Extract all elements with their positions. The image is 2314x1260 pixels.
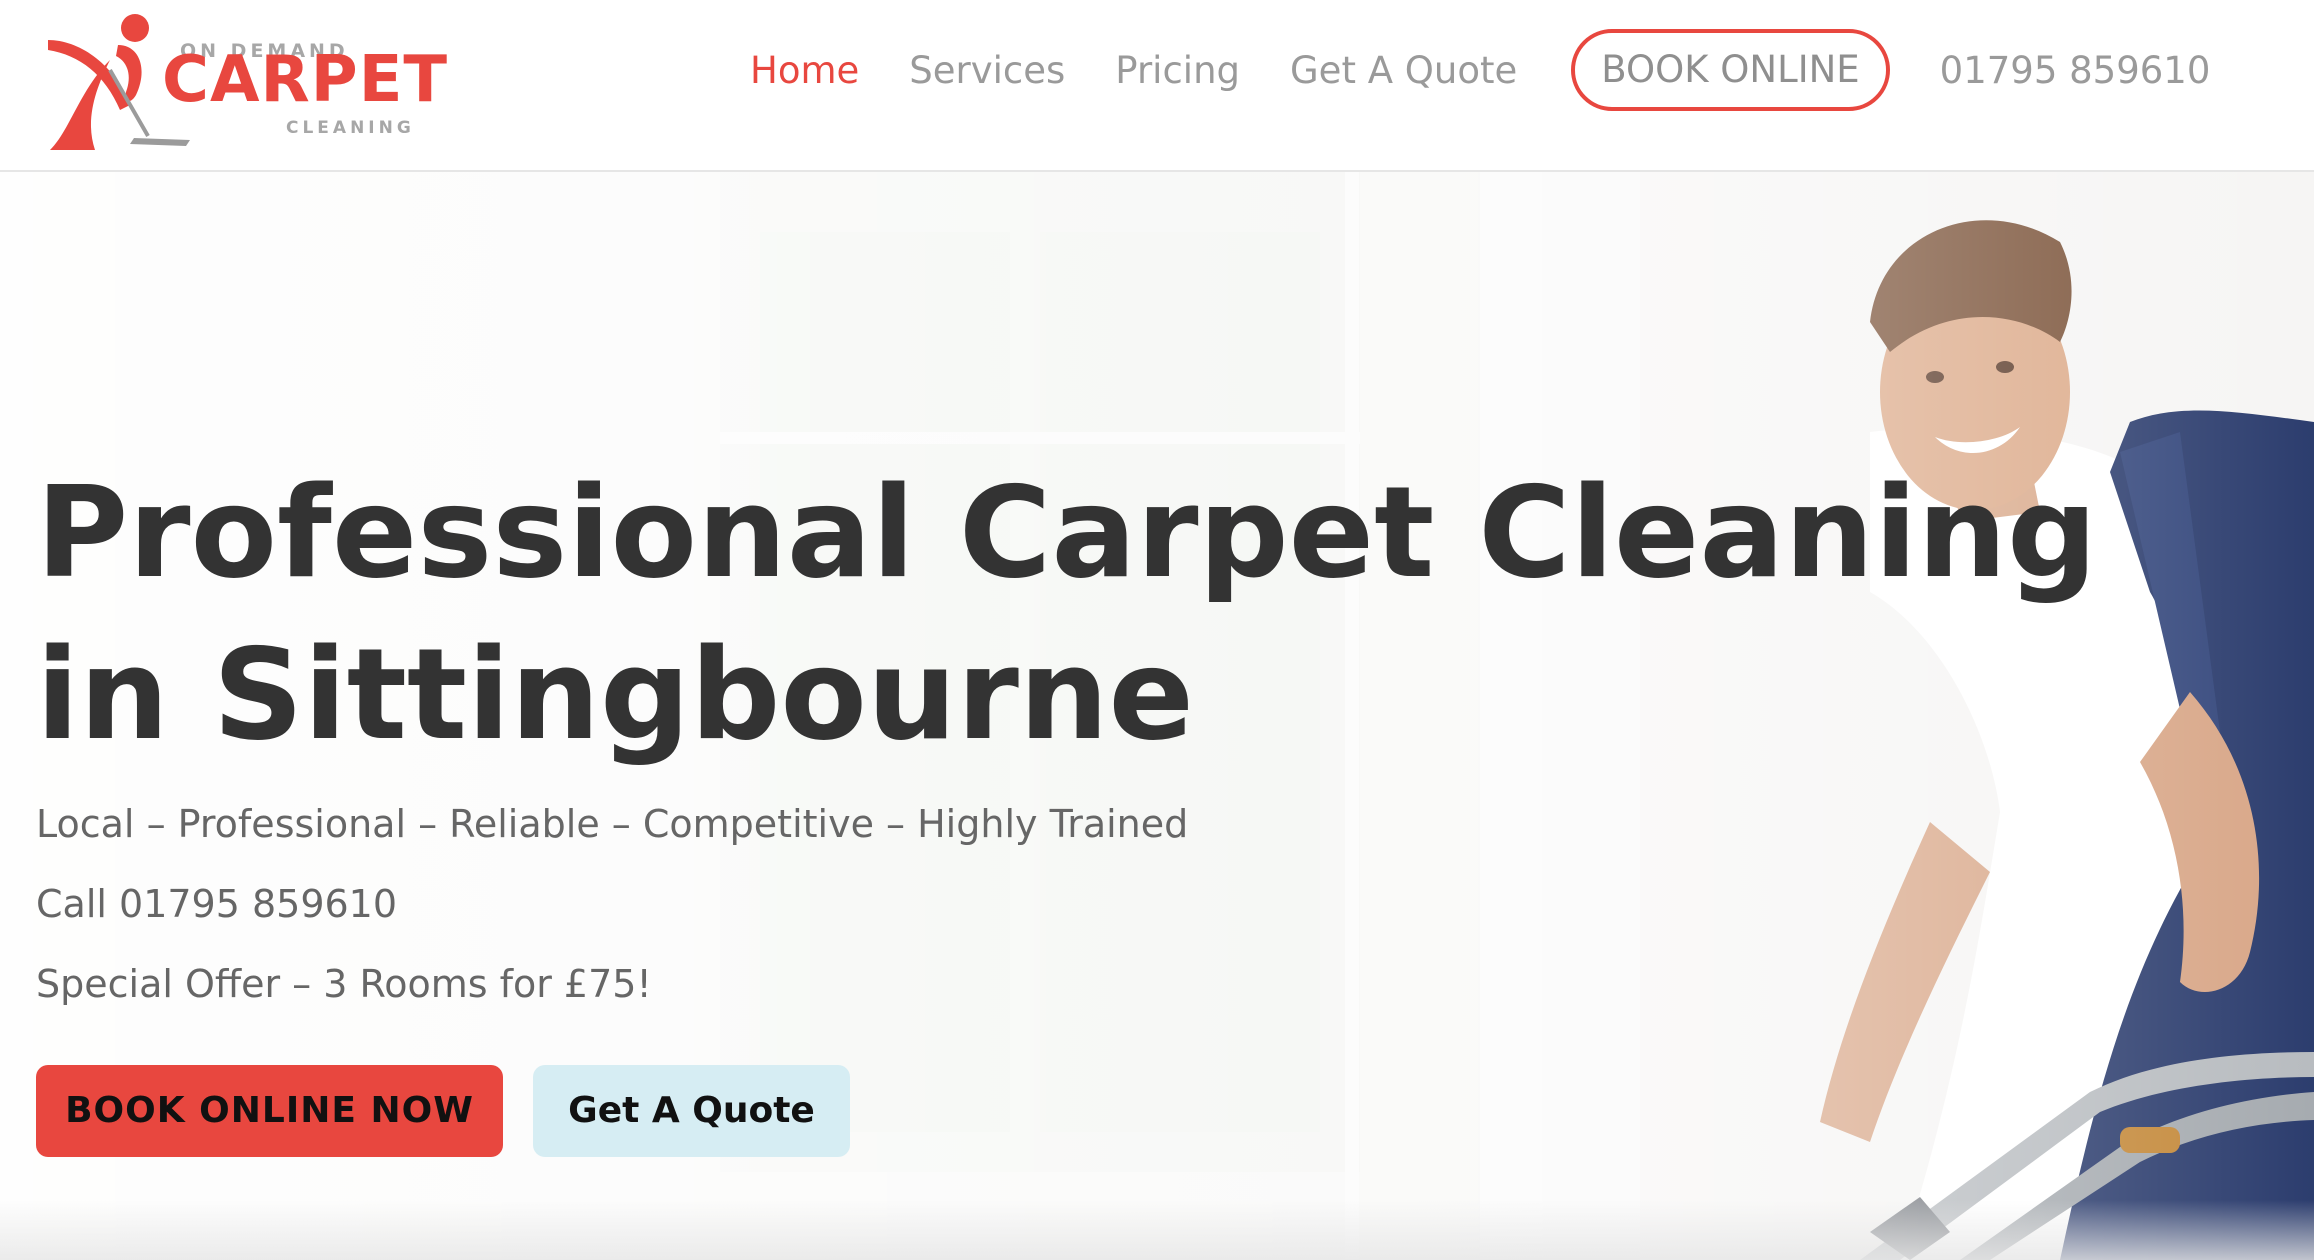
- hero-title: Professional Carpet Cleaning in Sittingb…: [36, 459, 2098, 768]
- brand-logo[interactable]: ON DEMAND CARPET CLEANING: [40, 10, 447, 160]
- book-online-now-button[interactable]: BOOK ONLINE NOW: [36, 1065, 503, 1157]
- site-header: ON DEMAND CARPET CLEANING Home Services …: [0, 0, 2314, 172]
- nav-pricing[interactable]: Pricing: [1115, 49, 1240, 92]
- nav-book-online-button[interactable]: BOOK ONLINE: [1571, 29, 1890, 111]
- hero-bottom-fade: [0, 1200, 2314, 1260]
- page: ON DEMAND CARPET CLEANING Home Services …: [0, 0, 2314, 1260]
- nav-home[interactable]: Home: [750, 49, 859, 92]
- hero-call-line[interactable]: Call 01795 859610: [36, 882, 397, 926]
- hero-features-line: Local – Professional – Reliable – Compet…: [36, 802, 1189, 846]
- logo-tagline-bottom: CLEANING: [286, 118, 415, 138]
- hero-offer-line: Special Offer – 3 Rooms for £75!: [36, 962, 652, 1006]
- logo-wordmark: CARPET: [162, 43, 449, 117]
- hero-section: Professional Carpet Cleaning in Sittingb…: [0, 172, 2314, 1260]
- main-nav: Home Services Pricing Get A Quote BOOK O…: [750, 26, 2210, 114]
- nav-get-a-quote[interactable]: Get A Quote: [1290, 49, 1517, 92]
- nav-phone-link[interactable]: 01795 859610: [1940, 49, 2211, 92]
- get-a-quote-button[interactable]: Get A Quote: [533, 1065, 850, 1157]
- nav-services[interactable]: Services: [909, 49, 1065, 92]
